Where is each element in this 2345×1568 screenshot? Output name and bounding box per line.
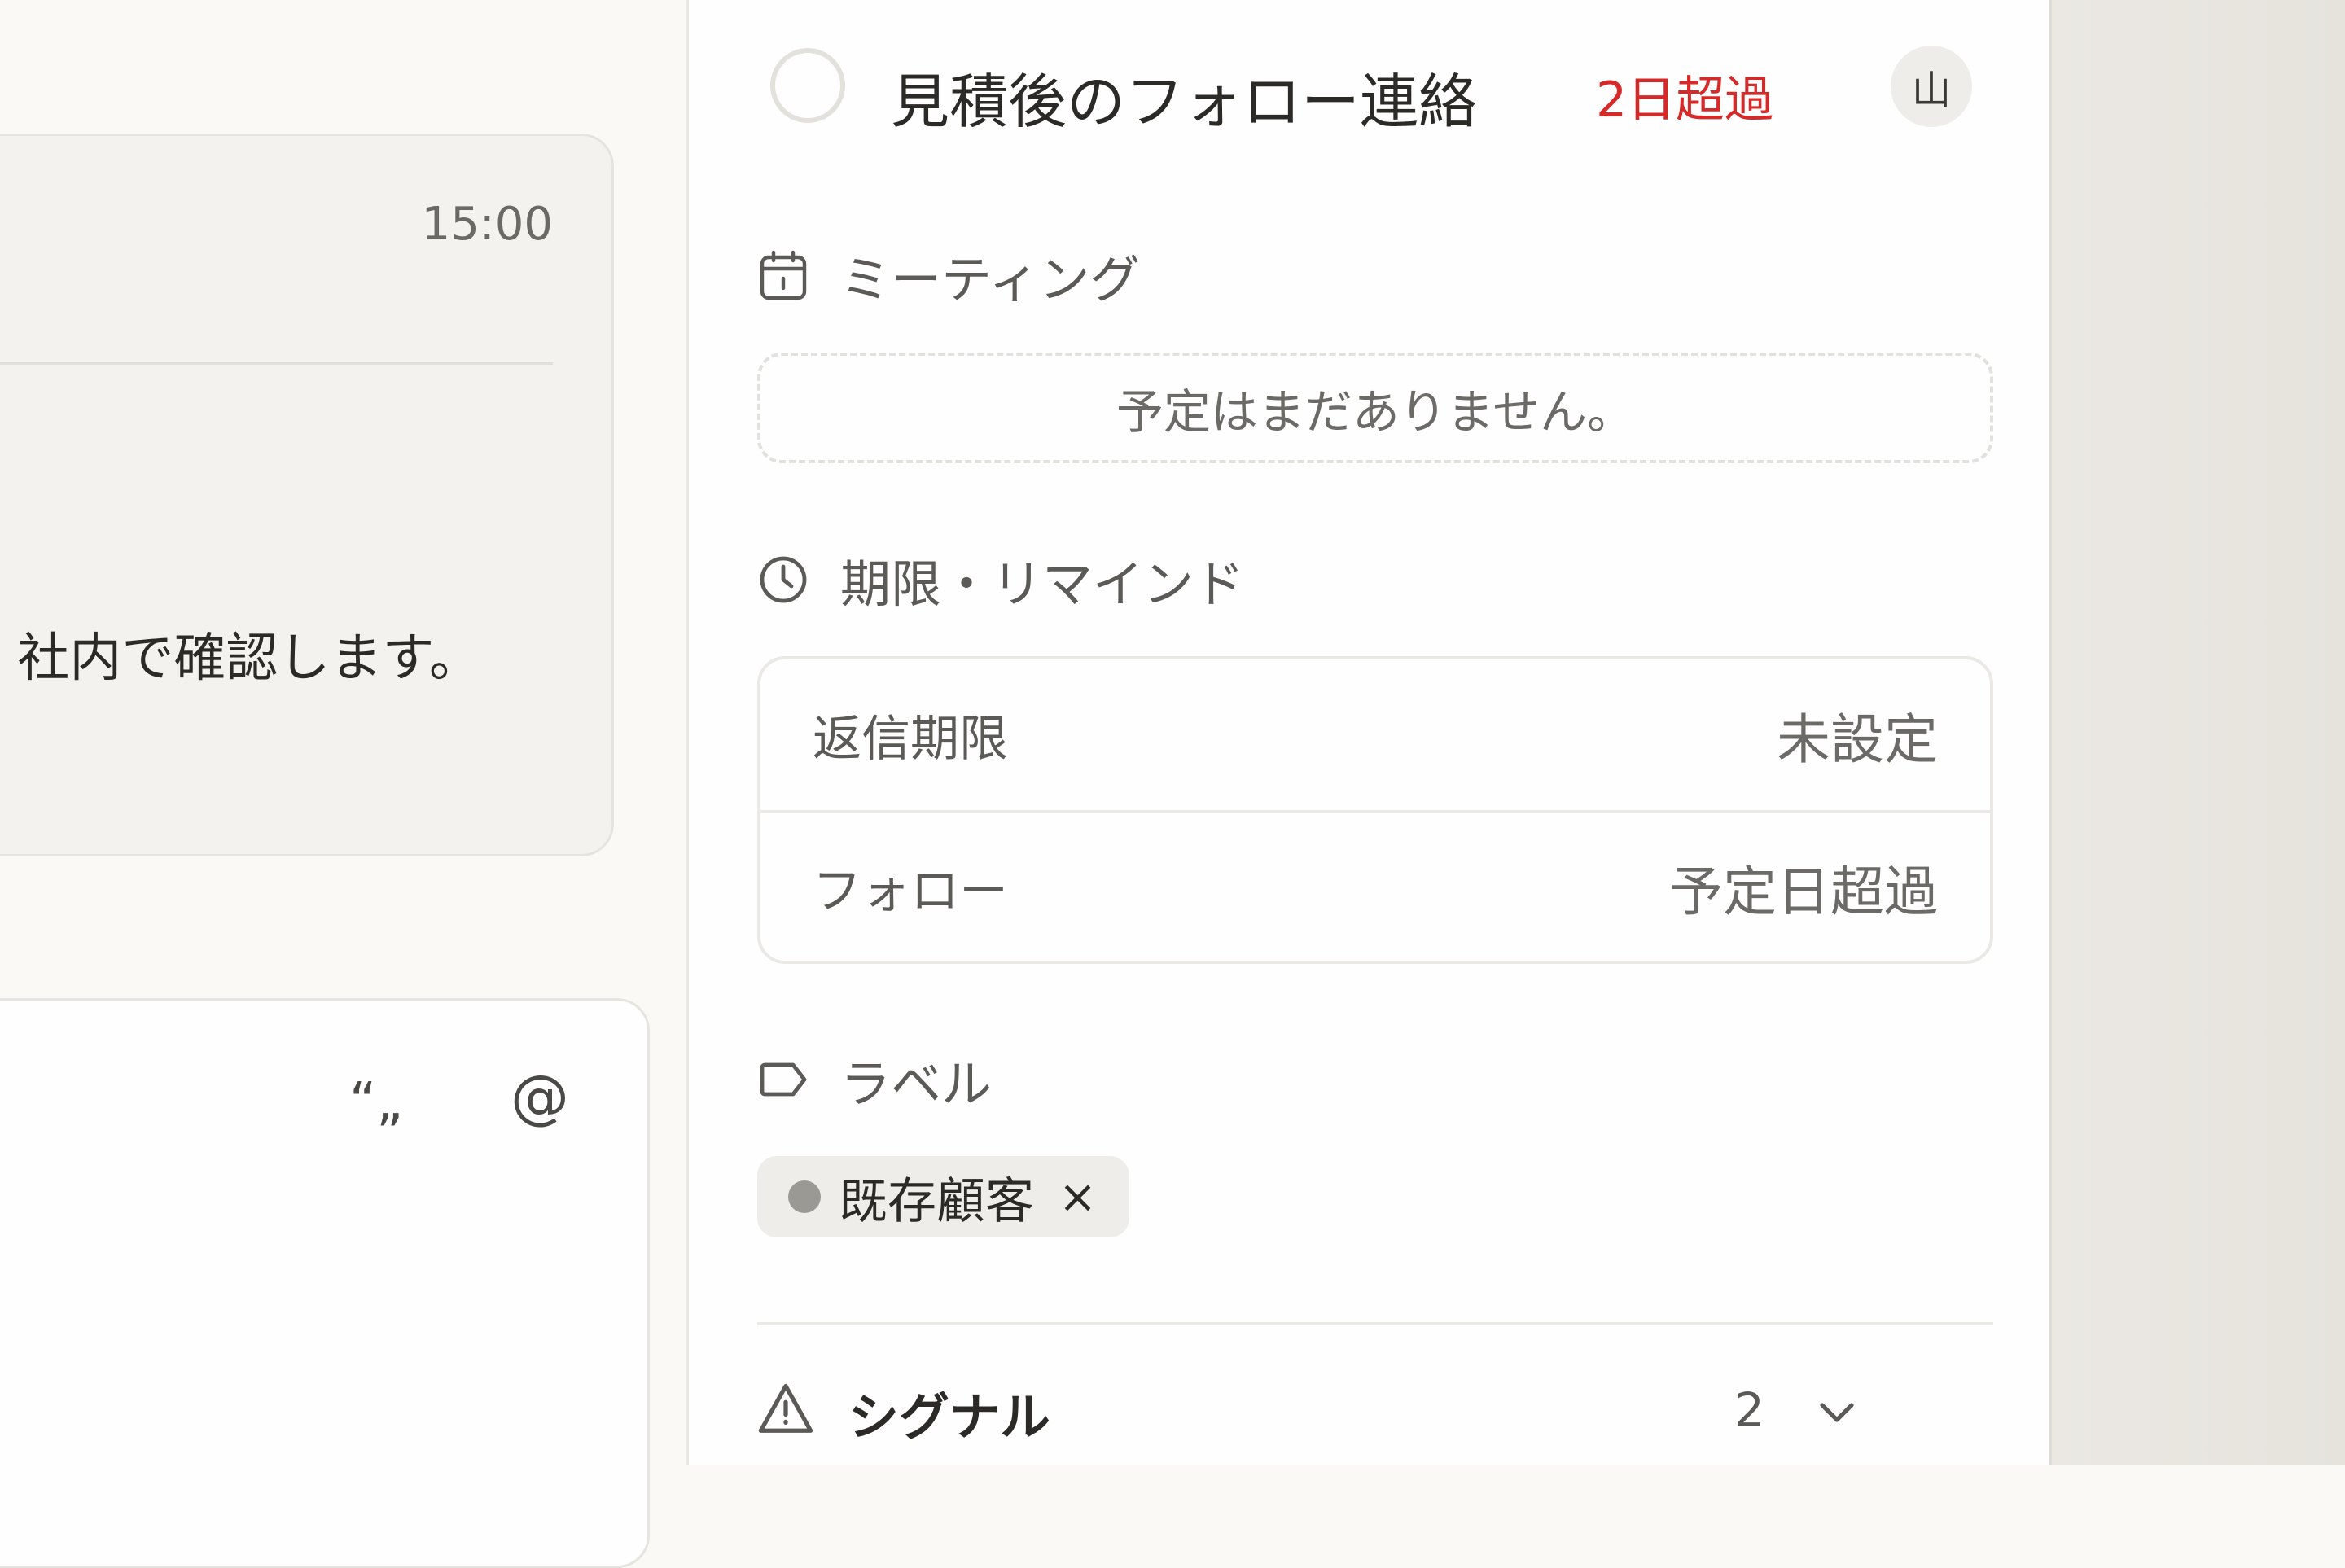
conversation-pane: 15:00 社内で確認します。 “„ @	[0, 0, 686, 1568]
deadline-value: 未設定	[1777, 707, 1938, 771]
task-header: 見積後のフォロー連絡 2日超過 山	[770, 46, 1975, 136]
message-time: 15:00	[421, 198, 553, 251]
message-text: 社内で確認します。	[17, 629, 481, 689]
reply-composer[interactable]: “„ @	[0, 998, 650, 1568]
section-divider	[757, 1322, 1993, 1325]
signals-count: 2	[1734, 1382, 1764, 1438]
tag-icon	[757, 1053, 809, 1106]
labels-heading: ラベル	[840, 1054, 993, 1114]
background-strip	[2049, 0, 2345, 1465]
deadline-row-reply[interactable]: 返信期限 未設定	[760, 659, 1990, 810]
task-complete-checkbox[interactable]	[770, 48, 845, 123]
chevron-down-icon[interactable]	[1812, 1387, 1861, 1436]
task-title[interactable]: 見積後のフォロー連絡	[891, 54, 1477, 139]
deadline-label: フォロー	[813, 863, 1008, 920]
label-text: 既存顧客	[839, 1172, 1034, 1230]
deadline-section-header: 期限・リマインド	[757, 547, 1244, 614]
warning-icon	[757, 1381, 814, 1438]
deadline-list: 返信期限 未設定 フォロー 予定日超過	[757, 656, 1993, 964]
deadline-heading: 期限・リマインド	[840, 554, 1245, 614]
meeting-section-header: ミーティング	[757, 243, 1140, 309]
overdue-badge: 2日超過	[1596, 72, 1774, 129]
message-card: 15:00 社内で確認します。	[0, 134, 614, 856]
label-color-dot	[788, 1180, 821, 1213]
clock-icon	[757, 554, 809, 606]
calendar-icon	[757, 249, 809, 301]
deadline-value: 予定日超過	[1669, 860, 1938, 923]
message-divider	[0, 362, 553, 365]
signals-heading: シグナル	[848, 1387, 1051, 1447]
deadline-label: 返信期限	[813, 711, 1008, 768]
quote-icon[interactable]: “„	[349, 1072, 403, 1132]
task-detail-panel: 見積後のフォロー連絡 2日超過 山 ミーティング 予定はまだありません。 期限・…	[686, 0, 2049, 1465]
remove-label-icon[interactable]: ×	[1059, 1171, 1097, 1224]
mention-icon[interactable]: @	[511, 1062, 569, 1131]
meeting-heading: ミーティング	[840, 250, 1141, 309]
deadline-row-follow[interactable]: フォロー 予定日超過	[760, 810, 1990, 961]
label-chip[interactable]: 既存顧客 ×	[757, 1156, 1129, 1237]
assignee-avatar[interactable]: 山	[1891, 46, 1972, 127]
labels-section-header: ラベル	[757, 1047, 992, 1114]
meeting-empty-state[interactable]: 予定はまだありません。	[757, 353, 1993, 463]
signals-section-header[interactable]: シグナル 2	[757, 1374, 1993, 1447]
